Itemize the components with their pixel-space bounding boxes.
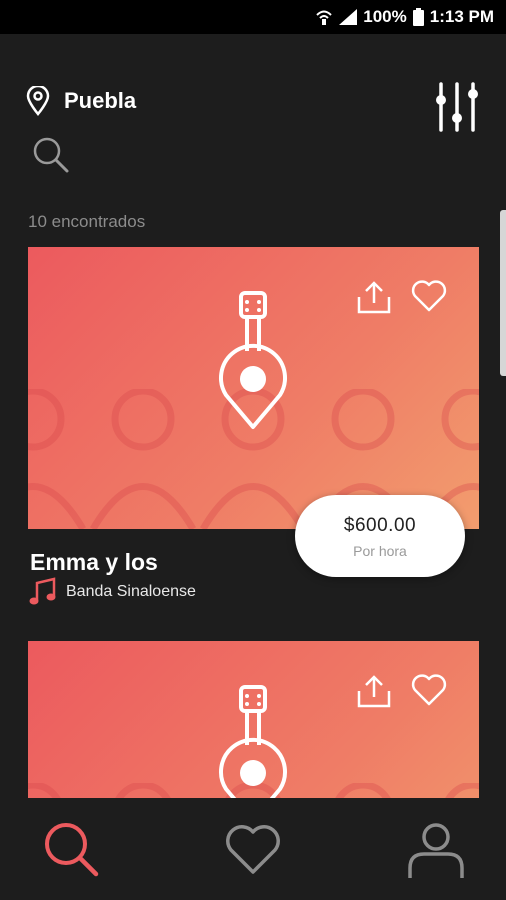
battery-percent: 100% [363,7,407,26]
map-pin-icon [26,86,50,116]
app-screen: Puebla 10 encontrados $600.00 Por hora E… [0,34,506,900]
heart-icon[interactable] [410,279,448,313]
bottom-nav [0,798,506,900]
guitar-pin-icon [219,685,287,801]
location-label: Puebla [64,88,137,113]
status-bar: 100% 1:13 PM [0,0,506,34]
scrollbar[interactable] [500,210,506,376]
share-icon[interactable] [356,675,392,709]
location-selector[interactable]: Puebla [26,86,136,116]
nav-heart-icon[interactable] [223,820,283,880]
signal-icon [339,9,358,25]
musician-card[interactable] [28,641,479,801]
price-badge: $600.00 Por hora [295,495,465,577]
share-icon[interactable] [356,281,392,315]
sliders-icon[interactable] [434,82,480,132]
search-icon[interactable] [32,136,70,174]
header: Puebla [26,82,480,132]
battery-icon [412,8,424,26]
nav-profile-icon[interactable] [406,820,466,880]
card-image [28,247,479,529]
price-unit: Por hora [353,543,407,559]
genre-label: Banda Sinaloense [66,583,196,600]
wifi-icon [316,10,332,25]
result-count: 10 encontrados [28,212,146,231]
card-title: Emma y los [30,549,158,575]
card-image [28,641,479,801]
card-genre: Banda Sinaloense [28,577,196,607]
music-note-icon [29,577,56,605]
status-time: 1:13 PM [429,7,494,26]
heart-icon[interactable] [410,673,448,707]
price-value: $600.00 [343,515,417,536]
musician-card[interactable]: $600.00 Por hora Emma y los Banda Sinalo… [28,247,479,607]
nav-search-icon[interactable] [42,820,102,880]
guitar-pin-icon [219,291,287,429]
